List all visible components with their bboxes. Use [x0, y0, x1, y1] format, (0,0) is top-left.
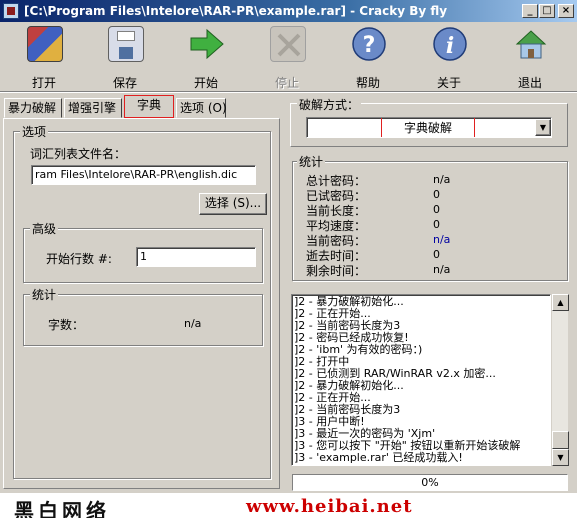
tab-options[interactable]: 选项 (O) [176, 98, 227, 118]
info-icon: i [432, 26, 468, 62]
watermark-url: www.heibai.net [246, 496, 413, 517]
start-line-label: 开始行数 #: [46, 252, 112, 266]
stop-icon [270, 26, 306, 62]
exit-button[interactable]: 退出 [495, 26, 565, 90]
crack-method-selected: 字典破解 [381, 118, 475, 137]
minimize-button[interactable]: _ [522, 4, 538, 18]
wordlist-label: 词汇列表文件名： [30, 147, 127, 161]
exit-label: 退出 [517, 76, 542, 90]
tab-dictionary[interactable]: 字典 [124, 95, 174, 118]
title-bar: [C:\Program Files\Intelore\RAR-PR\exampl… [0, 0, 577, 22]
select-file-button[interactable]: 选择 (S)... [199, 193, 267, 215]
log-scrollbar[interactable]: ▲ ▼ [551, 294, 569, 466]
word-count-label: 字数： [48, 318, 85, 332]
help-question-icon: ? [351, 26, 387, 62]
wordlist-file-input[interactable]: ram Files\Intelore\RAR-PR\english.dic [31, 165, 256, 185]
start-line-input[interactable]: 1 [136, 247, 256, 267]
save-button[interactable]: 保存 [90, 26, 160, 90]
stat-value: n/a [433, 173, 451, 186]
dictionary-tab-page: 选项 词汇列表文件名： ram Files\Intelore\RAR-PR\en… [3, 118, 280, 489]
crack-method-select[interactable]: 字典破解 ▼ [306, 117, 552, 138]
stat-value: 0 [433, 218, 440, 231]
word-stats-group-label: 统计 [30, 286, 59, 303]
start-button[interactable]: 开始 [171, 26, 241, 90]
progress-text: 0% [421, 476, 439, 489]
tab-enhanced-engine[interactable]: 增强引擎 [64, 98, 122, 118]
toolbar: 打开 保存 开始 停止 ? 帮助 i 关于 退出 [0, 22, 577, 92]
advanced-group-label: 高级 [30, 220, 59, 237]
about-button[interactable]: i 关于 [414, 26, 484, 90]
scroll-down-icon[interactable]: ▼ [552, 449, 569, 466]
progress-bar: 0% [292, 474, 568, 491]
watermark-footer: 黑白网络 www.heibai.net [0, 493, 577, 518]
start-label: 开始 [193, 76, 218, 90]
log-line: ]3 - 'example.rar' 已经成功载入! [294, 451, 463, 464]
scroll-thumb[interactable] [552, 431, 569, 449]
about-label: 关于 [436, 76, 461, 90]
main-panel: 暴力破解 增强引擎 字典 选项 (O) 选项 词汇列表文件名： ram File… [0, 93, 577, 493]
open-button[interactable]: 打开 [9, 26, 79, 90]
crack-method-label: 破解方式： [297, 96, 362, 113]
svg-text:?: ? [363, 33, 376, 58]
stat-value: n/a [433, 233, 451, 246]
stat-value: 0 [433, 203, 440, 216]
dropdown-arrow-icon[interactable]: ▼ [535, 119, 551, 136]
log-list[interactable]: ]2 - 暴力破解初始化...]2 - 正在开始...]2 - 当前密码长度为3… [291, 294, 551, 466]
window-title: [C:\Program Files\Intelore\RAR-PR\exampl… [24, 4, 448, 18]
app-icon [3, 3, 19, 19]
exit-house-icon [513, 26, 549, 62]
statistics-group-label: 统计 [297, 153, 326, 170]
svg-text:i: i [446, 33, 454, 59]
stat-label: 剩余时间： [306, 264, 367, 278]
stat-value: 0 [433, 188, 440, 201]
arrow-right-icon [189, 26, 225, 62]
options-group-label: 选项 [20, 123, 49, 140]
stat-value: 0 [433, 248, 440, 261]
stat-value: n/a [433, 263, 451, 276]
save-label: 保存 [112, 76, 137, 90]
maximize-button[interactable]: □ [539, 4, 555, 18]
tab-brute-force[interactable]: 暴力破解 [4, 98, 62, 118]
stop-button[interactable]: 停止 [252, 26, 322, 90]
stop-label: 停止 [274, 76, 299, 90]
save-disk-icon [108, 26, 144, 62]
word-count-value: n/a [184, 317, 202, 330]
open-label: 打开 [31, 76, 56, 90]
close-button[interactable]: × [558, 4, 574, 18]
open-archive-icon [27, 26, 63, 62]
help-label: 帮助 [355, 76, 380, 90]
help-button[interactable]: ? 帮助 [333, 26, 403, 90]
watermark-site-name: 黑白网络 [14, 499, 110, 518]
scroll-up-icon[interactable]: ▲ [552, 294, 569, 311]
